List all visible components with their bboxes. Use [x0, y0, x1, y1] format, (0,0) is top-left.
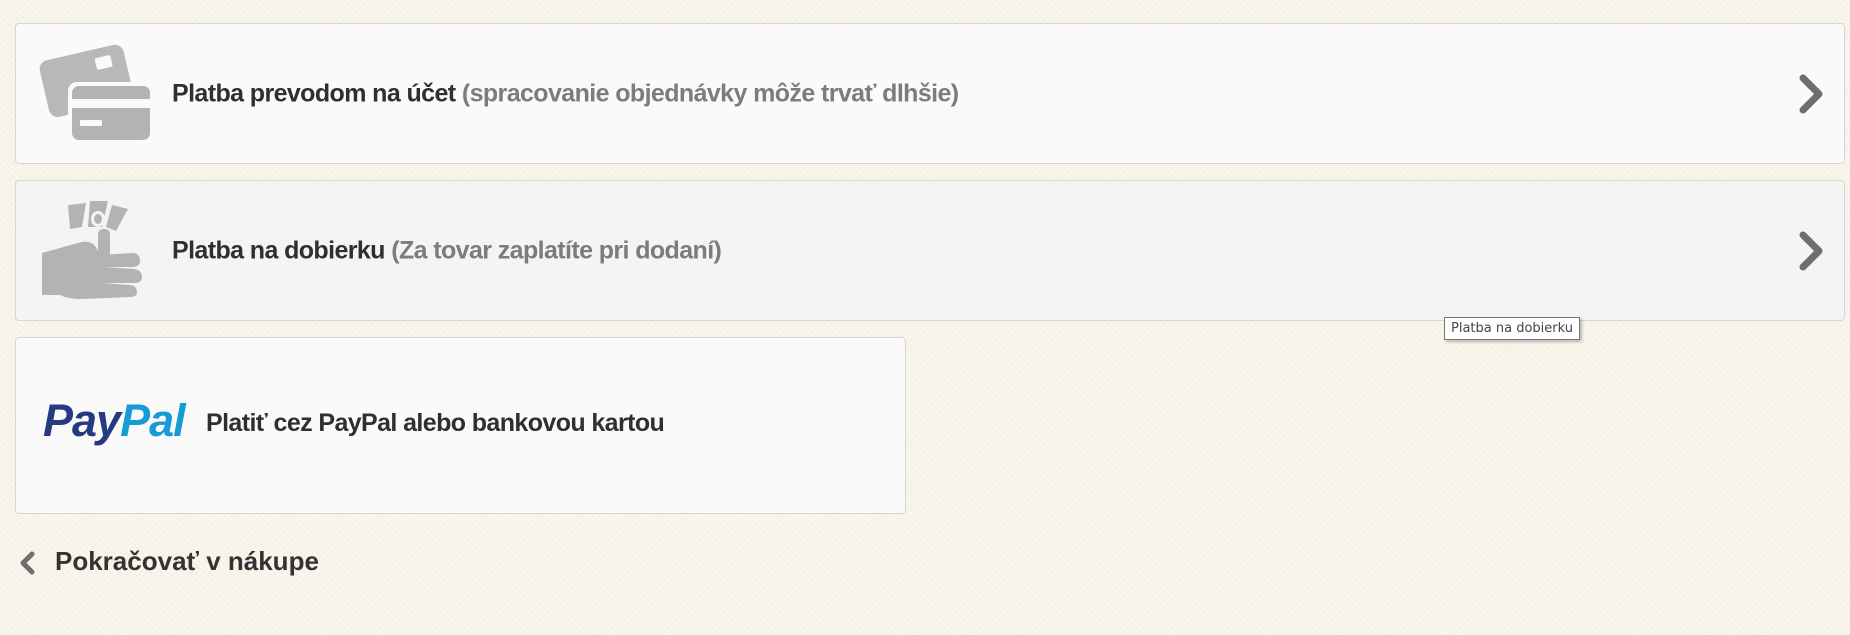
payment-option-label: Platba prevodom na účet — [172, 79, 456, 107]
tooltip: Platba na dobierku — [1444, 317, 1580, 340]
payment-option-paypal[interactable]: PayPal Platiť cez PayPal alebo bankovou … — [15, 337, 906, 514]
paypal-logo-pay: Pay — [43, 395, 121, 446]
payment-option-bank-transfer[interactable]: Platba prevodom na účet (spracovanie obj… — [15, 23, 1845, 164]
chevron-right-icon — [1799, 231, 1823, 270]
payment-option-text: Platba na dobierku (Za tovar zaplatíte p… — [172, 236, 722, 265]
payment-option-note: (spracovanie objednávky môže trvať dlhši… — [461, 79, 959, 107]
payment-option-label: Platba na dobierku — [172, 236, 385, 264]
paypal-option-label: Platiť cez PayPal alebo bankovou kartou — [206, 409, 665, 437]
cash-hand-icon — [42, 201, 142, 299]
credit-card-icon — [39, 44, 154, 144]
paypal-logo-pal: Pal — [120, 395, 186, 446]
paypal-logo: PayPal — [43, 395, 186, 446]
chevron-left-icon — [20, 551, 35, 575]
continue-shopping-label: Pokračovať v nákupe — [55, 546, 319, 576]
payment-option-cash-on-delivery[interactable]: Platba na dobierku (Za tovar zaplatíte p… — [15, 180, 1845, 321]
chevron-right-icon — [1799, 74, 1823, 113]
payment-option-text: Platba prevodom na účet (spracovanie obj… — [172, 79, 959, 108]
payment-option-note: (Za tovar zaplatíte pri dodaní) — [391, 236, 722, 264]
